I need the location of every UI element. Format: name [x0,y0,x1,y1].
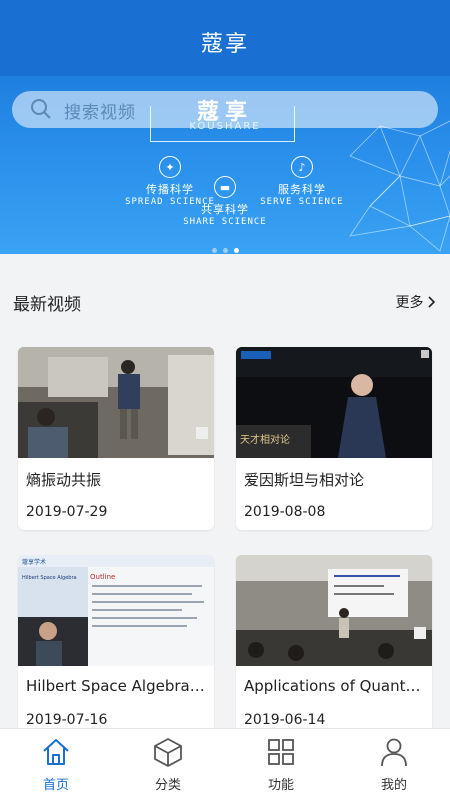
carousel-dot[interactable] [222,248,228,253]
app-header: 蔻享 [0,0,450,76]
tab-home[interactable]: 首页 [0,729,112,800]
carousel-dot-active[interactable] [233,248,239,253]
video-grid: 熵振动共振 2019-07-29 天才相对论 爱因斯坦与相对论 2019-08-… [0,330,450,728]
video-thumbnail [18,347,214,458]
chevron-right-icon [428,296,436,308]
video-date: 2019-06-14 [244,712,326,728]
video-title: 爱因斯坦与相对论 [244,471,365,489]
box-icon [154,738,182,767]
chat-icon: ▬ [214,176,236,198]
carousel-dot[interactable] [211,248,217,253]
svg-text:天才相对论: 天才相对论 [240,433,290,446]
section-title: 最新视频 [13,295,81,315]
video-card[interactable]: 天才相对论 爱因斯坦与相对论 2019-08-08 [236,347,432,530]
video-title: Applications of Quantum Entanglement [244,677,424,695]
video-date: 2019-07-29 [26,504,108,520]
video-date: 2019-07-16 [26,712,108,728]
video-card[interactable]: 熵振动共振 2019-07-29 [18,347,214,530]
carousel-indicator [0,238,450,254]
user-icon [381,738,407,767]
flask-icon: ♪ [291,156,313,178]
video-card[interactable]: 蔻享学术 Hilbert Space Algebra Outline Hilbe… [18,555,214,728]
video-title: 熵振动共振 [26,471,102,489]
svg-text:Hilbert Space Algebra: Hilbert Space Algebra [22,575,77,581]
video-thumbnail: 天才相对论 [236,347,432,458]
grid-icon [268,739,294,765]
home-icon [43,739,69,765]
feature-serve-science: ♪ 服务科学 SERVE SCIENCE [247,156,357,207]
banner-carousel[interactable]: 搜索视频 蔻享 KOUSHARE ✦ 传播科学 SPREAD SCIENCE ▬… [0,76,450,254]
app-title: 蔻享 [200,32,249,57]
tab-mine[interactable]: 我的 [338,729,450,800]
svg-text:蔻享学术: 蔻享学术 [22,558,46,566]
video-card[interactable]: Applications of Quantum Entanglement 201… [236,555,432,728]
more-link[interactable]: 更多 [396,292,436,312]
svg-text:Outline: Outline [90,573,115,581]
video-thumbnail: 蔻享学术 Hilbert Space Algebra Outline [18,555,214,666]
video-date: 2019-08-08 [244,504,326,520]
bottom-tab-bar: 首页 分类 功能 我的 [0,728,450,800]
star-icon: ✦ [159,156,181,178]
tab-category[interactable]: 分类 [112,729,224,800]
video-thumbnail [236,555,432,666]
latest-videos-header: 最新视频 更多 [0,276,450,328]
tab-functions[interactable]: 功能 [225,729,337,800]
video-title: Hilbert Space Algebra and Topological Pr… [26,677,206,695]
banner-logo-subtitle: KOUSHARE [189,121,261,132]
